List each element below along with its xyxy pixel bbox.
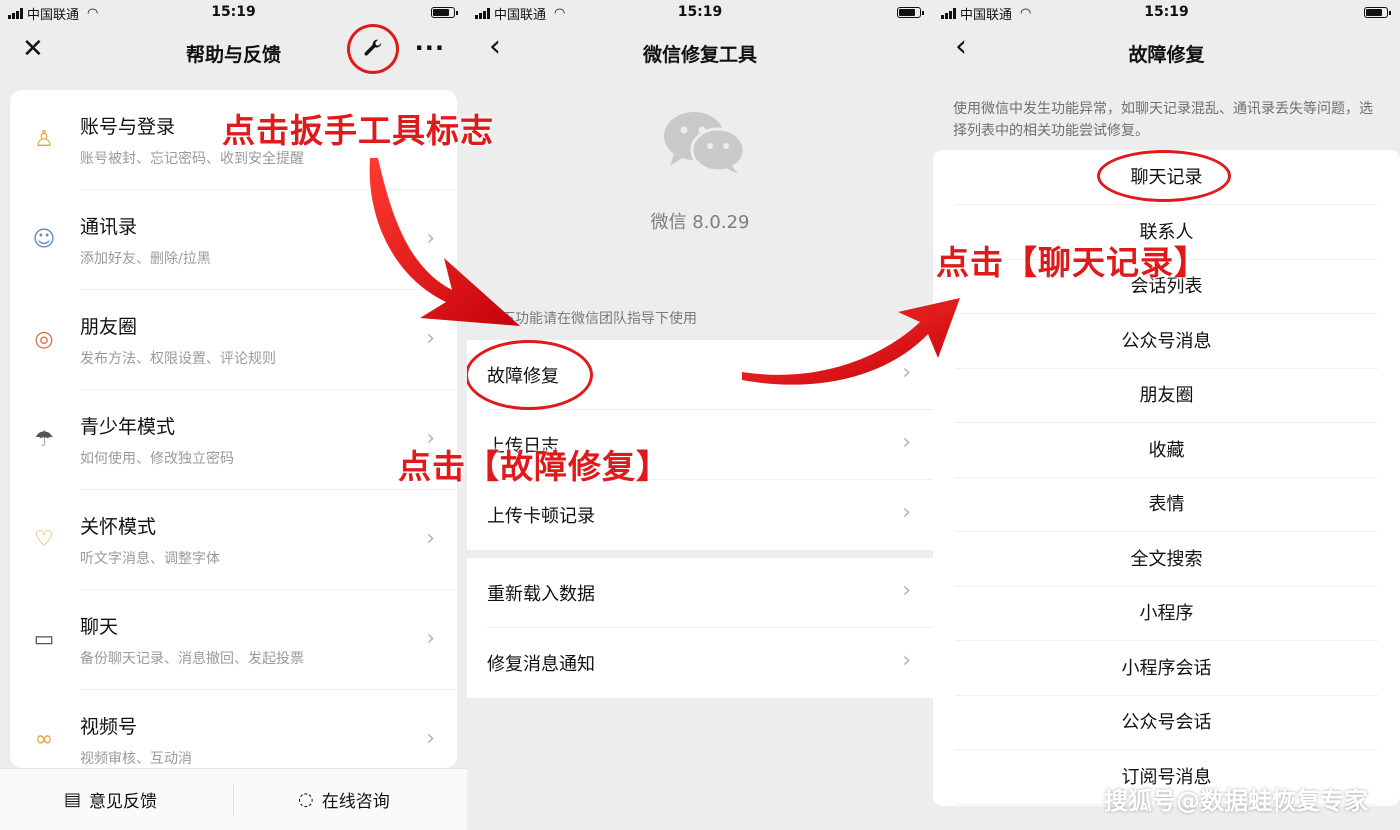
user-icon: ♙ [34,127,54,152]
more-icon[interactable]: ··· [415,34,445,62]
repair-navbar: ‹ 微信修复工具 [467,28,933,76]
step2-annotation: 点击【故障修复】 [398,447,670,486]
repair-tool-group-2: 重新载入数据 › 修复消息通知 › [467,558,933,698]
fault-item-label: 小程序会话 [1121,657,1212,679]
channels-icon: ∞ [34,727,54,752]
topic-subtitle: 添加好友、删除/拉黑 [80,251,211,267]
battery-icon [1364,7,1391,18]
status-time: 15:19 [677,4,723,20]
chevron-right-icon: › [426,626,435,651]
wechat-logo-icon [664,112,746,174]
fault-item-label: 公众号会话 [1121,712,1212,733]
repair-tool-item[interactable]: 上传卡顿记录 › [467,480,933,550]
chevron-right-icon: › [902,360,911,385]
fault-item[interactable]: 收藏 [933,423,1400,478]
fault-item-label: 公众号消息 [1121,330,1212,352]
battery-icon [897,7,924,18]
moments-icon: ◎ [34,327,54,352]
chat-icon: ▭ [33,627,55,652]
watermark: 搜狐号@数据蛙恢复专家 [1104,787,1368,815]
fault-item-label: 全文搜索 [1130,548,1203,570]
status-bar: 中国联通 ◠ 15:19 [0,0,467,26]
fault-item[interactable]: 公众号消息 [933,314,1400,369]
topic-subtitle: 备份聊天记录、消息撤回、发起投票 [80,651,304,667]
step1-annotation: 点击扳手工具标志 [222,111,494,150]
chat-bubble-icon: ◌ [298,789,314,810]
fault-item[interactable]: 表情 [933,477,1400,532]
wrench-highlight [347,24,399,74]
fault-repair-screen: 中国联通 ◠ 15:19 ‹ 故障修复 使用微信中发生功能异常，如聊天记录混乱、… [933,0,1400,830]
topic-title: 朋友圈 [80,316,138,338]
help-topic-item[interactable]: ♡ 关怀模式听文字消息、调整字体 › [10,490,457,590]
repair-tool-item[interactable]: 修复消息通知 › [467,628,933,698]
fault-item[interactable]: 全文搜索 [933,532,1400,587]
chevron-right-icon: › [902,430,911,455]
battery-icon [431,7,458,18]
umbrella-icon: ☂ [34,427,54,452]
status-bar: 中国联通 ◠ 15:19 [467,0,933,26]
chevron-right-icon: › [426,726,435,751]
repair-tool-label: 上传卡顿记录 [487,506,595,527]
feedback-button[interactable]: ▤ 意见反馈 [64,787,157,812]
divider [233,785,234,815]
topic-title: 账号与登录 [80,116,176,138]
chevron-right-icon: › [902,648,911,673]
help-topic-item[interactable]: ☂ 青少年模式 如何使用、修改独立密码 › [10,390,457,490]
chat-history-highlight [1097,150,1231,202]
repair-tool-screen: 中国联通 ◠ 15:19 ‹ 微信修复工具 微信 8.0.29 以下功能请在微信… [467,0,933,830]
topic-title: 视频号 [80,716,138,738]
chevron-right-icon: › [426,326,435,351]
topic-subtitle: 如何使用、修改独立密码 [80,451,234,467]
fault-repair-highlight [467,340,593,410]
feedback-icon: ▤ [64,789,82,810]
help-bottom-bar: ▤ 意见反馈 ◌ 在线咨询 [0,768,467,830]
fault-navbar: ‹ 故障修复 [933,28,1400,76]
guidance-hint: 以下功能请在微信团队指导下使用 [487,311,697,327]
page-title: 微信修复工具 [642,44,757,66]
help-topic-list: ♙ 账号与登录 账号被封、忘记密码、收到安全提醒 › ☺ 通讯录 添加好友、删除/拉黑 › ◎ 朋… [10,90,457,768]
chevron-right-icon: › [426,526,435,551]
topic-subtitle: 视频审核、互动消 [80,751,192,767]
topic-title: 通讯录 [80,216,138,238]
care-icon: ♡ [34,527,54,552]
chevron-right-icon: › [902,500,911,525]
version-label: 微信 8.0.29 [650,212,750,233]
help-topic-item[interactable]: ▭ 聊天备份聊天记录、消息撤回、发起投票 › [10,590,457,690]
status-time: 15:19 [1144,4,1189,20]
help-topic-item[interactable]: ∞ 视频号视频审核、互动消 › [10,690,457,768]
status-bar: 中国联通 ◠ 15:19 [933,0,1400,26]
repair-tool-label: 重新载入数据 [487,584,595,605]
fault-description: 使用微信中发生功能异常，如聊天记录混乱、通讯录丢失等问题，选择列表中的相关功能尝… [953,101,1373,139]
topic-title: 关怀模式 [80,516,157,538]
fault-item-label: 表情 [1148,494,1185,515]
fault-item[interactable]: 公众号会话 [933,695,1400,750]
chevron-right-icon: › [426,226,435,251]
fault-item-label: 收藏 [1148,439,1185,461]
topic-title: 青少年模式 [80,416,176,438]
repair-tool-item[interactable]: 重新载入数据 › [467,558,933,628]
topic-subtitle: 听文字消息、调整字体 [80,551,220,567]
fault-item[interactable]: 小程序会话 [933,641,1400,696]
status-time: 15:19 [211,4,256,20]
topic-title: 聊天 [80,616,119,638]
step3-annotation: 点击【聊天记录】 [936,243,1208,282]
help-topic-item[interactable]: ☺ 通讯录添加好友、删除/拉黑 › [10,190,457,290]
page-title: 故障修复 [1128,44,1205,66]
consult-button[interactable]: ◌ 在线咨询 [298,787,390,812]
repair-tool-label: 修复消息通知 [487,654,595,675]
fault-item-label: 朋友圈 [1139,385,1194,406]
help-navbar: ✕ 帮助与反馈 ··· [0,24,467,76]
fault-item[interactable]: 朋友圈 [933,368,1400,423]
fault-item[interactable]: 小程序 [933,586,1400,641]
contacts-icon: ☺ [32,227,56,252]
chevron-right-icon: › [902,578,911,603]
topic-subtitle: 发布方法、权限设置、评论规则 [80,351,276,367]
fault-item-label: 小程序 [1139,603,1194,624]
help-topic-item[interactable]: ◎ 朋友圈发布方法、权限设置、评论规则 › [10,290,457,390]
